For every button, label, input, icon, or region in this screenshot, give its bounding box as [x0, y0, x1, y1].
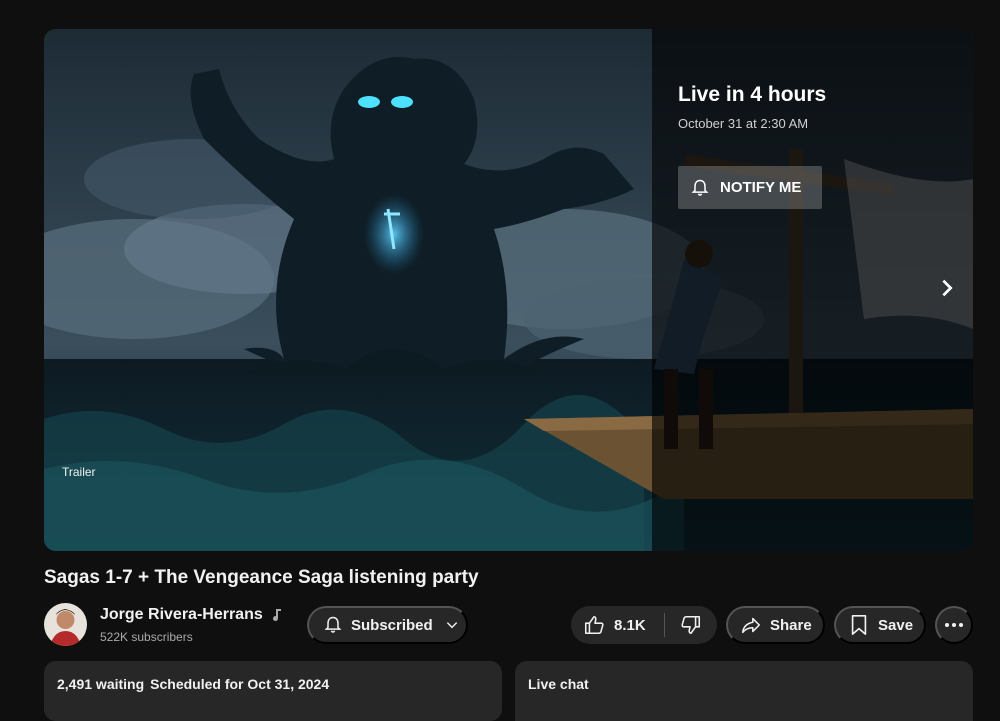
music-note-icon — [272, 609, 281, 622]
chevron-right-icon — [942, 279, 953, 297]
bookmark-icon — [851, 615, 867, 635]
more-horizontal-icon — [945, 623, 963, 627]
share-button[interactable]: Share — [726, 606, 825, 644]
subscriber-count: 522K subscribers — [100, 630, 193, 644]
video-player[interactable]: Trailer Live in 4 hours October 31 at 2:… — [44, 29, 973, 551]
live-chat-panel[interactable]: Live chat — [515, 661, 973, 721]
live-countdown: Live in 4 hours — [678, 83, 827, 106]
notify-label: NOTIFY ME — [720, 179, 802, 196]
more-actions-button[interactable] — [935, 606, 973, 644]
channel-avatar[interactable] — [44, 603, 87, 646]
share-icon — [741, 617, 761, 634]
save-button[interactable]: Save — [834, 606, 926, 644]
channel-name-link[interactable]: Jorge Rivera-Herrans — [100, 606, 283, 624]
scheduled-date: Scheduled for Oct 31, 2024 — [150, 676, 330, 692]
live-date: October 31 at 2:30 AM — [678, 116, 809, 131]
waiting-count: 2,491 waiting — [57, 676, 145, 692]
next-button[interactable] — [932, 273, 962, 303]
thumbs-down-icon — [681, 615, 701, 635]
like-count: 8.1K — [614, 616, 646, 634]
trailer-badge: Trailer — [62, 465, 96, 479]
share-label: Share — [770, 616, 812, 634]
like-dislike-group: 8.1K — [571, 606, 717, 644]
upcoming-overlay: Live in 4 hours October 31 at 2:30 AM NO… — [652, 29, 973, 551]
notify-me-button[interactable]: NOTIFY ME — [678, 166, 822, 209]
dislike-button[interactable] — [665, 606, 717, 644]
subscribed-button[interactable]: Subscribed — [307, 606, 468, 644]
description-box[interactable]: 2,491 waiting Scheduled for Oct 31, 2024 — [44, 661, 502, 721]
bell-icon — [324, 616, 342, 633]
video-title: Sagas 1-7 + The Vengeance Saga listening… — [44, 567, 479, 588]
bell-icon — [691, 179, 709, 196]
save-label: Save — [878, 616, 914, 634]
like-button[interactable]: 8.1K — [571, 606, 664, 644]
chevron-down-icon — [446, 622, 457, 629]
channel-name: Jorge Rivera-Herrans — [100, 606, 263, 623]
avatar-image — [44, 603, 87, 646]
thumbs-up-icon — [584, 615, 604, 635]
subscribed-label: Subscribed — [351, 616, 433, 634]
live-chat-title: Live chat — [528, 676, 589, 692]
